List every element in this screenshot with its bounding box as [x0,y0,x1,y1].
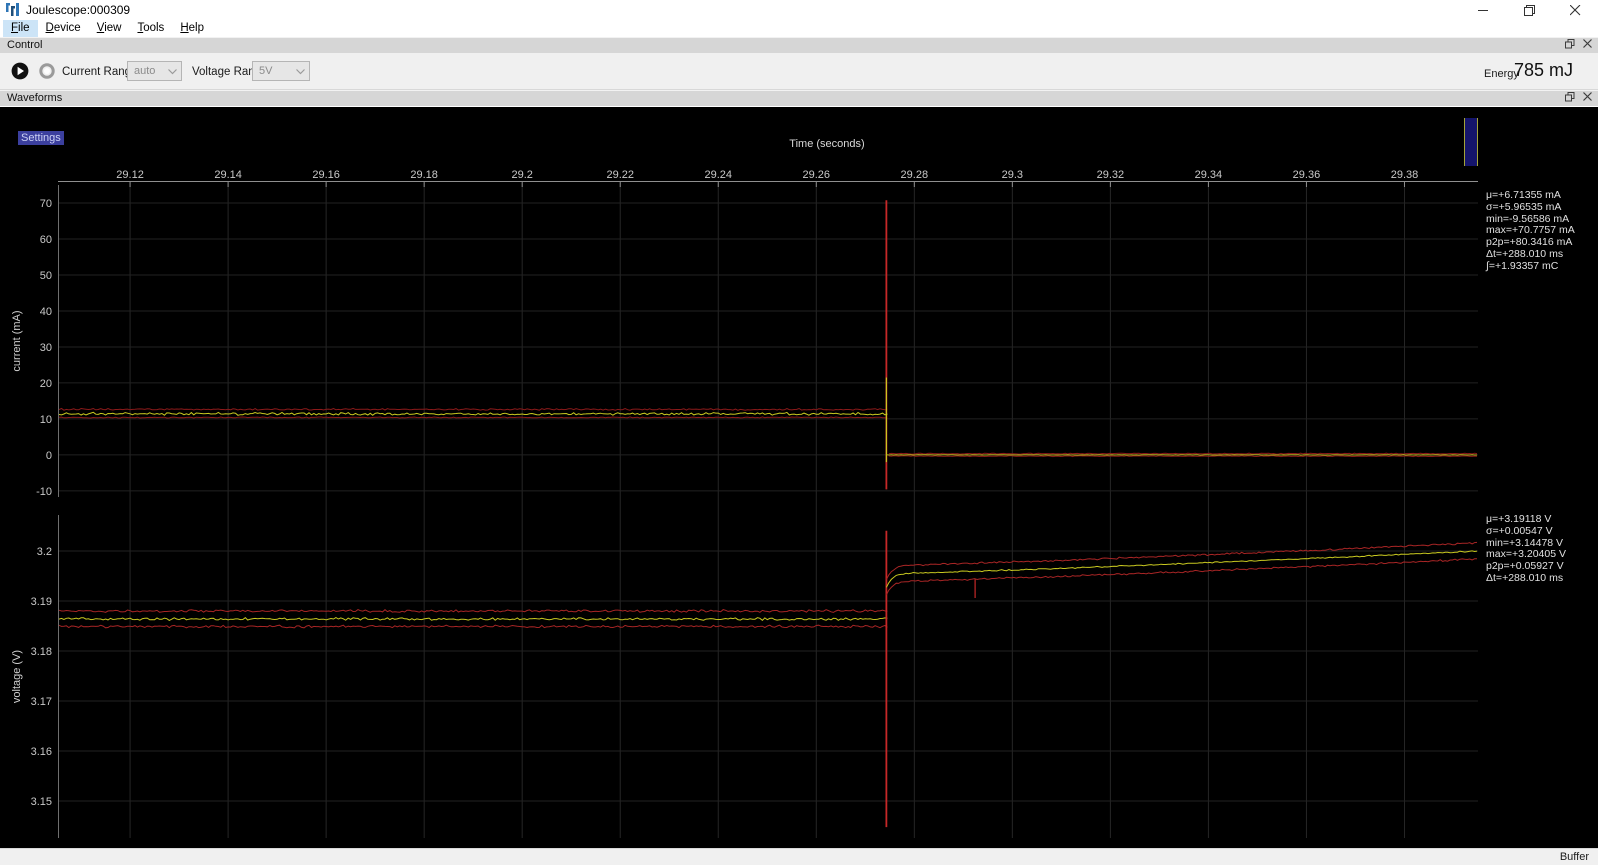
y-tick-label: 30 [40,342,52,354]
x-tick-label: 29.18 [410,169,438,181]
minimize-button[interactable] [1460,0,1506,20]
record-button[interactable] [39,63,55,79]
current-stats: μ=+6.71355 mAσ=+5.96535 mAmin=-9.56586 m… [1486,190,1575,273]
control-toolbar: Current Range auto Voltage Range 5V Ener… [0,53,1598,90]
stat-line: ∫=+1.93357 mC [1486,261,1575,273]
y-tick-label: 40 [40,306,52,318]
current-max-trace [889,453,1477,454]
y-tick-label: 50 [40,270,52,282]
voltage-max-trace [886,542,1477,579]
current-min-trace [59,417,887,418]
waveforms-panel-header: Waveforms [0,90,1598,106]
window-title: Joulescope:000309 [26,3,130,17]
menu-bar: FileDeviceViewToolsHelp [0,20,1598,37]
x-tick-label: 29.16 [312,169,340,181]
y-tick-label: 0 [46,450,52,462]
stat-line: Δt=+288.010 ms [1486,573,1566,585]
voltage-mean-trace [59,618,887,621]
float-panel-icon[interactable] [1565,92,1575,102]
current-min-trace [889,456,1477,457]
play-button[interactable] [11,62,29,80]
y-tick-label: 3.19 [31,596,52,608]
x-tick-label: 29.38 [1391,169,1419,181]
app-window: Joulescope:000309 FileDeviceViewToolsHel… [0,0,1598,865]
y-tick-label: 3.18 [31,646,52,658]
x-tick-label: 29.36 [1293,169,1321,181]
current-axis-title: current (mA) [11,310,23,371]
x-tick-label: 29.14 [214,169,242,181]
buffer-status-label: Buffer [1560,851,1589,863]
close-panel-icon[interactable] [1583,92,1592,101]
voltage-max-trace [59,610,887,613]
y-tick-label: 3.15 [31,796,52,808]
waveform-plot[interactable]: 29.12 29.14 29.16 29.18 29.2 29.22 29.24 29.26 2… [0,107,1598,848]
x-tick-label: 29.34 [1195,169,1223,181]
restore-button[interactable] [1506,0,1552,20]
close-panel-icon[interactable] [1583,39,1592,48]
stat-line: σ=+0.00547 V [1486,526,1566,538]
x-tick-label: 29.12 [116,169,144,181]
x-tick-label: 29.24 [704,169,732,181]
settings-button[interactable]: Settings [18,131,64,145]
y-tick-label: 60 [40,234,52,246]
statusbar: Buffer [0,848,1598,865]
x-tick-label: 29.26 [803,169,831,181]
close-button[interactable] [1552,0,1598,20]
y-tick-label: 3.17 [31,696,52,708]
x-tick-label: 29.2 [511,169,532,181]
control-panel-header: Control [0,37,1598,53]
current-range-select[interactable]: auto [127,61,182,81]
x-tick-label: 29.22 [606,169,634,181]
voltage-range-select[interactable]: 5V [252,61,310,81]
current-mean-trace [59,412,887,415]
y-tick-label: 3.2 [37,546,52,558]
voltage-stats: μ=+3.19118 Vσ=+0.00547 Vmin=+3.14478 Vma… [1486,514,1566,585]
time-axis-label: Time (seconds) [727,138,927,150]
buffer-position-marker[interactable] [1464,118,1478,166]
window-controls [1460,0,1598,20]
app-icon [6,3,19,16]
y-tick-label: 3.16 [31,746,52,758]
x-tick-label: 29.3 [1002,169,1023,181]
x-tick-label: 29.32 [1097,169,1125,181]
y-tick-label: 20 [40,378,52,390]
control-panel-title: Control [7,39,42,51]
energy-value: 785 mJ [1514,60,1573,81]
menu-item-help[interactable]: Help [172,20,212,37]
waveforms-panel-title: Waveforms [7,92,62,104]
current-max-trace [59,408,887,410]
y-tick-label: 10 [40,414,52,426]
voltage-axis-title: voltage (V) [11,650,23,703]
float-panel-icon[interactable] [1565,39,1575,49]
stat-line: Δt=+288.010 ms [1486,249,1575,261]
y-tick-label: 70 [40,198,52,210]
x-tick-label: 29.28 [901,169,929,181]
voltage-min-trace [59,625,887,628]
menu-item-file[interactable]: File [3,20,38,37]
current-mean-trace [886,455,1477,456]
y-tick-label: -10 [36,486,52,498]
waveform-area[interactable]: 29.12 29.14 29.16 29.18 29.2 29.22 29.24 29.26 2… [0,107,1598,848]
titlebar: Joulescope:000309 [0,0,1598,20]
menu-item-tools[interactable]: Tools [129,20,172,37]
chevron-down-icon [168,69,177,75]
chevron-down-icon [296,69,305,75]
stat-line: σ=+5.96535 mA [1486,202,1575,214]
menu-item-device[interactable]: Device [38,20,89,37]
menu-item-view[interactable]: View [89,20,130,37]
